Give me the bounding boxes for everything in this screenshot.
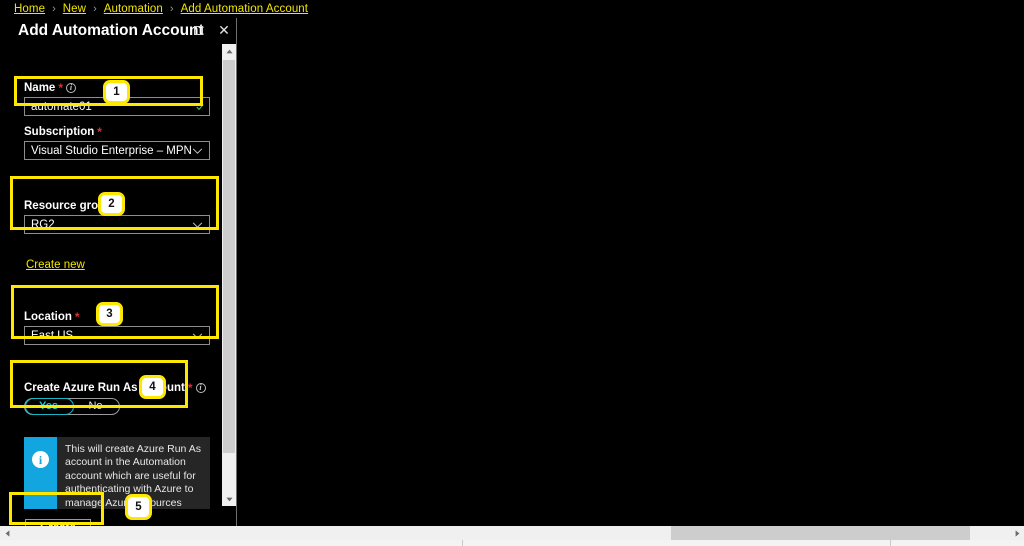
scroll-thumb-vertical[interactable]: [223, 60, 235, 453]
form-scroll-area: Name * i automate01 Subscription * Visua…: [9, 62, 236, 512]
location-label: Location: [24, 311, 72, 323]
chevron-right-icon: [1015, 529, 1019, 537]
field-subscription: Subscription * Visual Studio Enterprise …: [24, 126, 210, 160]
required-asterisk: *: [187, 381, 193, 395]
required-asterisk: *: [97, 125, 102, 139]
callout-accent-bar: i: [24, 437, 57, 509]
subscription-value: Visual Studio Enterprise – MPN: [31, 144, 192, 157]
window-controls: ✕: [189, 21, 233, 39]
blade-vertical-scrollbar[interactable]: [222, 44, 236, 506]
scroll-up-button[interactable]: [222, 44, 236, 58]
page-title: Add Automation Account: [18, 22, 204, 39]
subscription-label-row: Subscription *: [24, 126, 210, 138]
run-as-label-row: Create Azure Run As account * i: [24, 382, 206, 394]
chevron-down-icon: [192, 332, 203, 339]
name-label: Name: [24, 82, 56, 94]
breadcrumb: Home › New › Automation › Add Automation…: [0, 0, 1024, 18]
chevron-left-icon: [5, 529, 9, 537]
required-asterisk: *: [58, 81, 63, 95]
resource-group-select[interactable]: RG2: [24, 215, 210, 234]
breadcrumb-separator: ›: [169, 3, 174, 15]
chevron-up-icon: [225, 49, 233, 53]
chevron-down-icon: [192, 147, 203, 154]
info-icon[interactable]: i: [195, 383, 206, 393]
chevron-down-icon: [225, 497, 233, 501]
chevron-down-icon: [192, 221, 203, 228]
scroll-down-button[interactable]: [222, 492, 236, 506]
annotation-badge-4: 4: [139, 375, 166, 399]
maximize-icon: [193, 25, 203, 35]
name-input-value: automate01: [31, 100, 92, 113]
breadcrumb-item-add-automation-account[interactable]: Add Automation Account: [181, 3, 309, 15]
app-root: Home › New › Automation › Add Automation…: [0, 0, 1024, 546]
scroll-right-button[interactable]: [1010, 526, 1024, 540]
run-as-toggle-yes[interactable]: Yes: [25, 401, 72, 412]
scroll-left-button[interactable]: [0, 526, 14, 540]
field-run-as-account: Create Azure Run As account * i Yes No: [24, 382, 206, 415]
annotation-badge-1: 1: [103, 80, 130, 104]
run-as-toggle[interactable]: Yes No: [24, 398, 120, 415]
scroll-thumb-horizontal[interactable]: [671, 526, 971, 540]
column-divider: [890, 540, 891, 546]
run-as-info-callout: i This will create Azure Run As account …: [24, 437, 210, 509]
maximize-button[interactable]: [189, 21, 207, 39]
annotation-badge-3: 3: [96, 302, 123, 326]
location-select[interactable]: East US: [24, 326, 210, 345]
breadcrumb-separator: ›: [93, 3, 97, 15]
run-as-toggle-no[interactable]: No: [72, 401, 119, 412]
page-horizontal-scrollbar[interactable]: [0, 526, 1024, 540]
subscription-label: Subscription: [24, 126, 95, 138]
location-value: East US: [31, 329, 74, 342]
validation-check-icon: [196, 103, 204, 110]
close-icon: ✕: [218, 22, 230, 38]
breadcrumb-item-automation[interactable]: Automation: [104, 3, 163, 15]
annotation-badge-5: 5: [125, 494, 152, 520]
column-divider: [462, 540, 463, 546]
create-new-resource-group-link[interactable]: Create new: [26, 259, 85, 271]
info-icon[interactable]: i: [66, 83, 76, 93]
resource-group-value: RG2: [31, 218, 55, 231]
info-circle-icon: i: [32, 451, 49, 468]
breadcrumb-separator: ›: [52, 3, 56, 15]
clipped-background-row: [0, 540, 1024, 546]
close-button[interactable]: ✕: [215, 21, 233, 39]
breadcrumb-item-home[interactable]: Home: [14, 3, 45, 15]
annotation-badge-2: 2: [98, 192, 125, 216]
breadcrumb-item-new[interactable]: New: [63, 3, 86, 15]
blade-title-bar: Add Automation Account ✕: [9, 18, 237, 44]
subscription-select[interactable]: Visual Studio Enterprise – MPN: [24, 141, 210, 160]
scroll-track-horizontal[interactable]: [14, 526, 1010, 540]
required-asterisk: *: [74, 310, 80, 324]
